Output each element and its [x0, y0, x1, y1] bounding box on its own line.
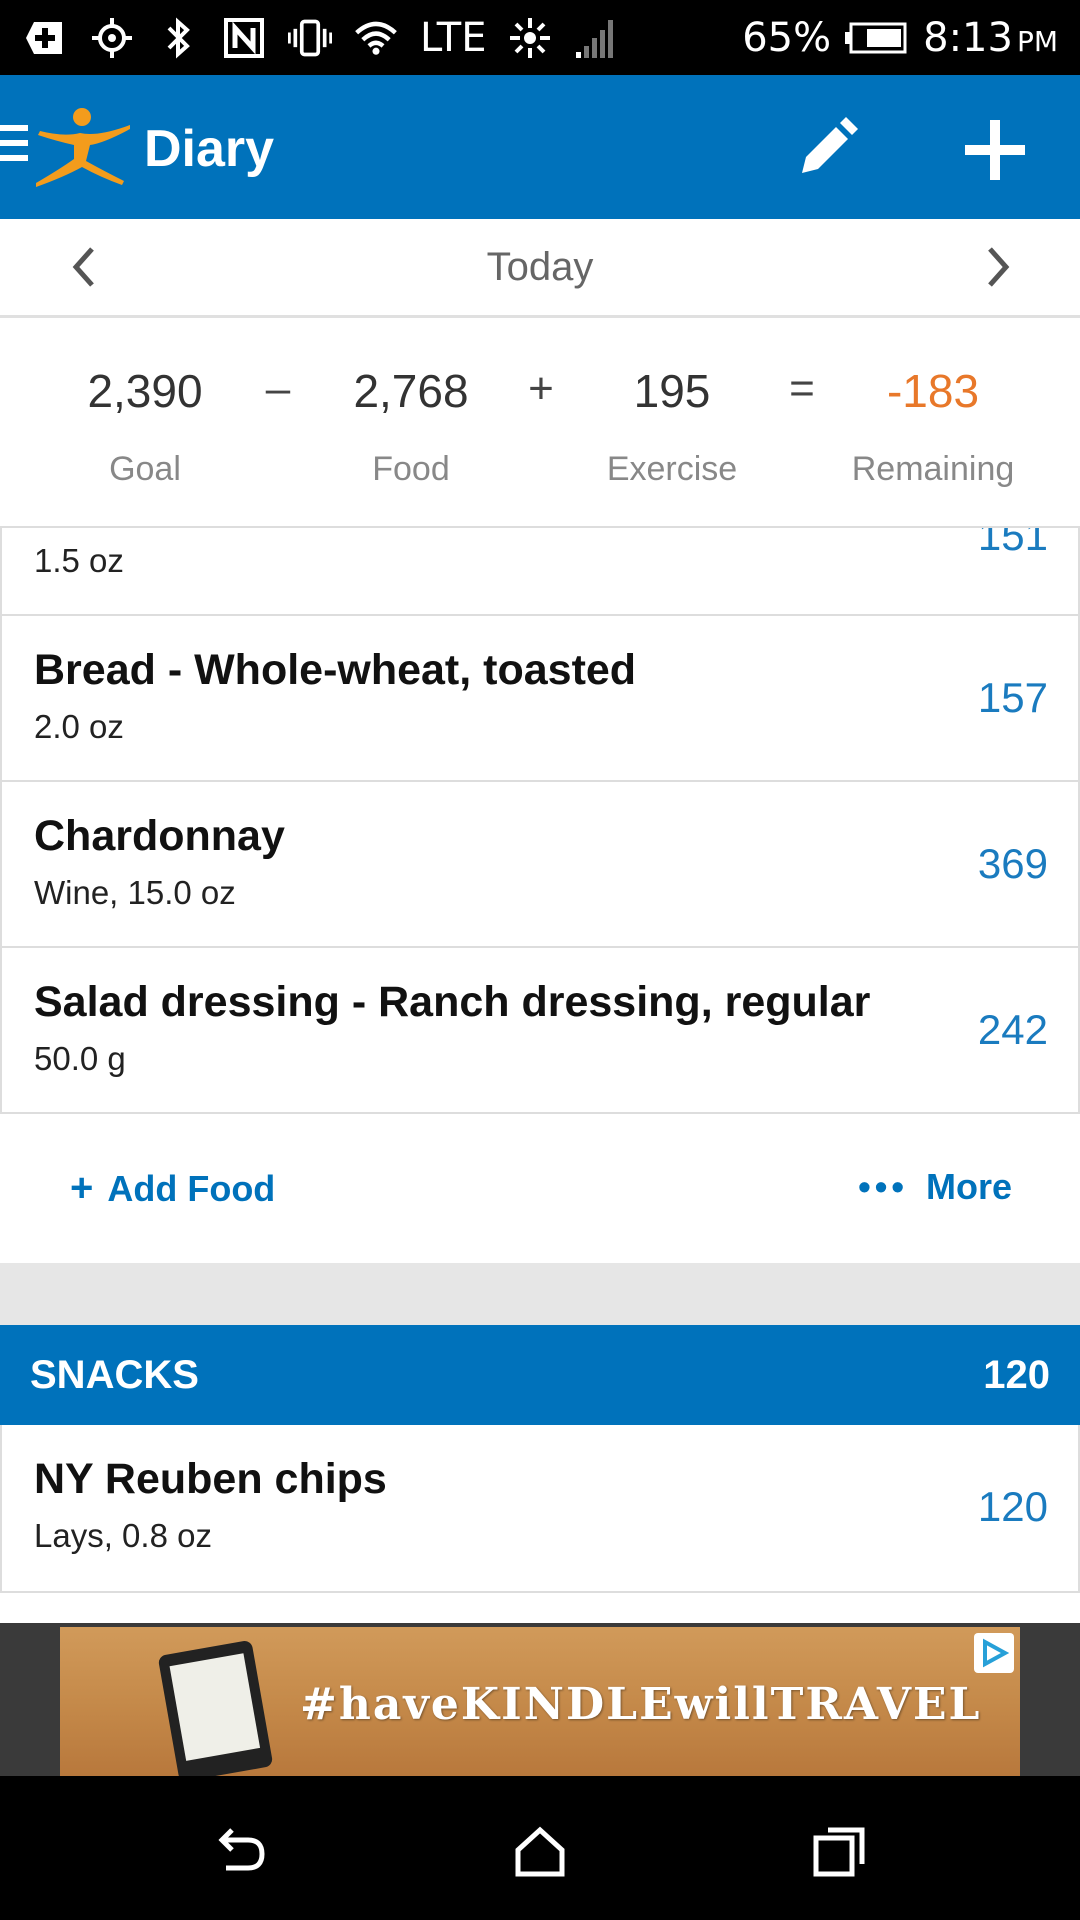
wifi-icon — [354, 16, 398, 60]
list-item[interactable]: Bread - Whole-wheat, toasted 2.0 oz 157 — [0, 616, 1080, 782]
food-calories: 151 — [977, 528, 1048, 559]
food-detail: 1.5 oz — [34, 542, 124, 579]
meal-actions: + Add Food ••• More — [0, 1118, 1080, 1263]
gps-icon — [90, 16, 134, 60]
app-logo — [34, 105, 134, 189]
add-food-button[interactable]: + Add Food — [70, 1166, 275, 1211]
status-bar: LTE 65% 8:13 PM — [0, 0, 1080, 75]
next-day-button[interactable] — [976, 243, 1020, 291]
clock: 8:13 PM — [923, 14, 1058, 61]
home-icon — [515, 1826, 565, 1877]
more-button[interactable]: ••• More — [858, 1166, 1012, 1208]
food-detail: 50.0 g — [34, 1040, 126, 1077]
kindle-image — [157, 1639, 274, 1776]
exercise-value: 195 — [633, 365, 711, 417]
section-title: SNACKS — [30, 1353, 199, 1397]
food-name: Chardonnay — [34, 812, 285, 860]
more-label: More — [925, 1166, 1012, 1207]
exercise-label: Exercise — [606, 450, 738, 488]
battery-percent: 65% — [742, 14, 832, 61]
date-navigator: Today — [0, 219, 1080, 318]
ad-banner[interactable]: #haveKINDLEwillTRAVEL — [60, 1627, 1020, 1776]
battery-icon — [845, 16, 909, 60]
snacks-header[interactable]: SNACKS 120 — [0, 1325, 1080, 1425]
ellipsis-icon: ••• — [858, 1166, 908, 1207]
goal-value: 2,390 — [87, 365, 203, 417]
plus-icon: + — [70, 1166, 94, 1210]
ad-text: #haveKINDLEwillTRAVEL — [300, 1679, 982, 1730]
equals-sign: = — [789, 364, 815, 413]
vibrate-icon — [288, 16, 332, 60]
plus-box-icon — [24, 16, 68, 60]
recents-icon — [813, 1827, 865, 1877]
food-name: NY Reuben chips — [34, 1455, 387, 1503]
home-button[interactable] — [510, 1822, 570, 1882]
data-activity-icon — [508, 16, 552, 60]
add-button[interactable] — [960, 115, 1030, 185]
network-type: LTE — [420, 14, 487, 61]
food-calories: 157 — [977, 674, 1048, 721]
food-calories: 120 — [977, 1483, 1048, 1530]
plus-icon — [965, 120, 1025, 180]
food-list: 1.5 oz 151 Bread - Whole-wheat, toasted … — [0, 528, 1080, 1114]
food-detail: 2.0 oz — [34, 708, 124, 745]
chevron-right-icon — [988, 247, 1010, 287]
food-value: 2,768 — [353, 365, 469, 417]
food-detail: Wine, 15.0 oz — [34, 874, 236, 911]
list-item[interactable]: NY Reuben chips Lays, 0.8 oz 120 — [0, 1425, 1080, 1593]
food-calories: 242 — [977, 1006, 1048, 1053]
ad-banner-container: #haveKINDLEwillTRAVEL — [0, 1623, 1080, 1776]
bluetooth-icon — [156, 16, 200, 60]
calorie-summary[interactable]: 2,390 – 2,768 + 195 = -183 Goal Food Exe… — [0, 318, 1080, 528]
pencil-icon — [802, 117, 858, 173]
back-button[interactable] — [210, 1822, 270, 1882]
back-icon — [218, 1828, 265, 1871]
date-label: Today — [486, 245, 594, 289]
section-calories: 120 — [983, 1353, 1050, 1397]
edit-button[interactable] — [790, 115, 860, 185]
food-detail: Lays, 0.8 oz — [34, 1517, 212, 1554]
signal-icon — [574, 16, 618, 60]
food-calories: 369 — [977, 840, 1048, 887]
menu-icon[interactable] — [0, 125, 28, 169]
app-bar: Diary — [0, 75, 1080, 219]
goal-label: Goal — [109, 450, 181, 488]
ad-choices-icon[interactable] — [974, 1633, 1014, 1673]
page-title: Diary — [144, 120, 275, 178]
list-item[interactable]: 1.5 oz 151 — [0, 528, 1080, 616]
minus-sign: – — [265, 364, 291, 413]
section-divider — [0, 1263, 1080, 1325]
food-name: Salad dressing - Ranch dressing, regular — [34, 978, 871, 1026]
food-name: Bread - Whole-wheat, toasted — [34, 646, 637, 694]
add-food-label: Add Food — [107, 1168, 276, 1209]
food-label: Food — [372, 450, 450, 488]
plus-sign: + — [528, 364, 554, 413]
remaining-label: Remaining — [851, 450, 1015, 488]
recents-button[interactable] — [810, 1822, 870, 1882]
nfc-icon — [222, 16, 266, 60]
navigation-bar — [0, 1776, 1080, 1920]
list-item[interactable]: Salad dressing - Ranch dressing, regular… — [0, 948, 1080, 1114]
list-item[interactable]: Chardonnay Wine, 15.0 oz 369 — [0, 782, 1080, 948]
remaining-value: -183 — [886, 365, 980, 417]
